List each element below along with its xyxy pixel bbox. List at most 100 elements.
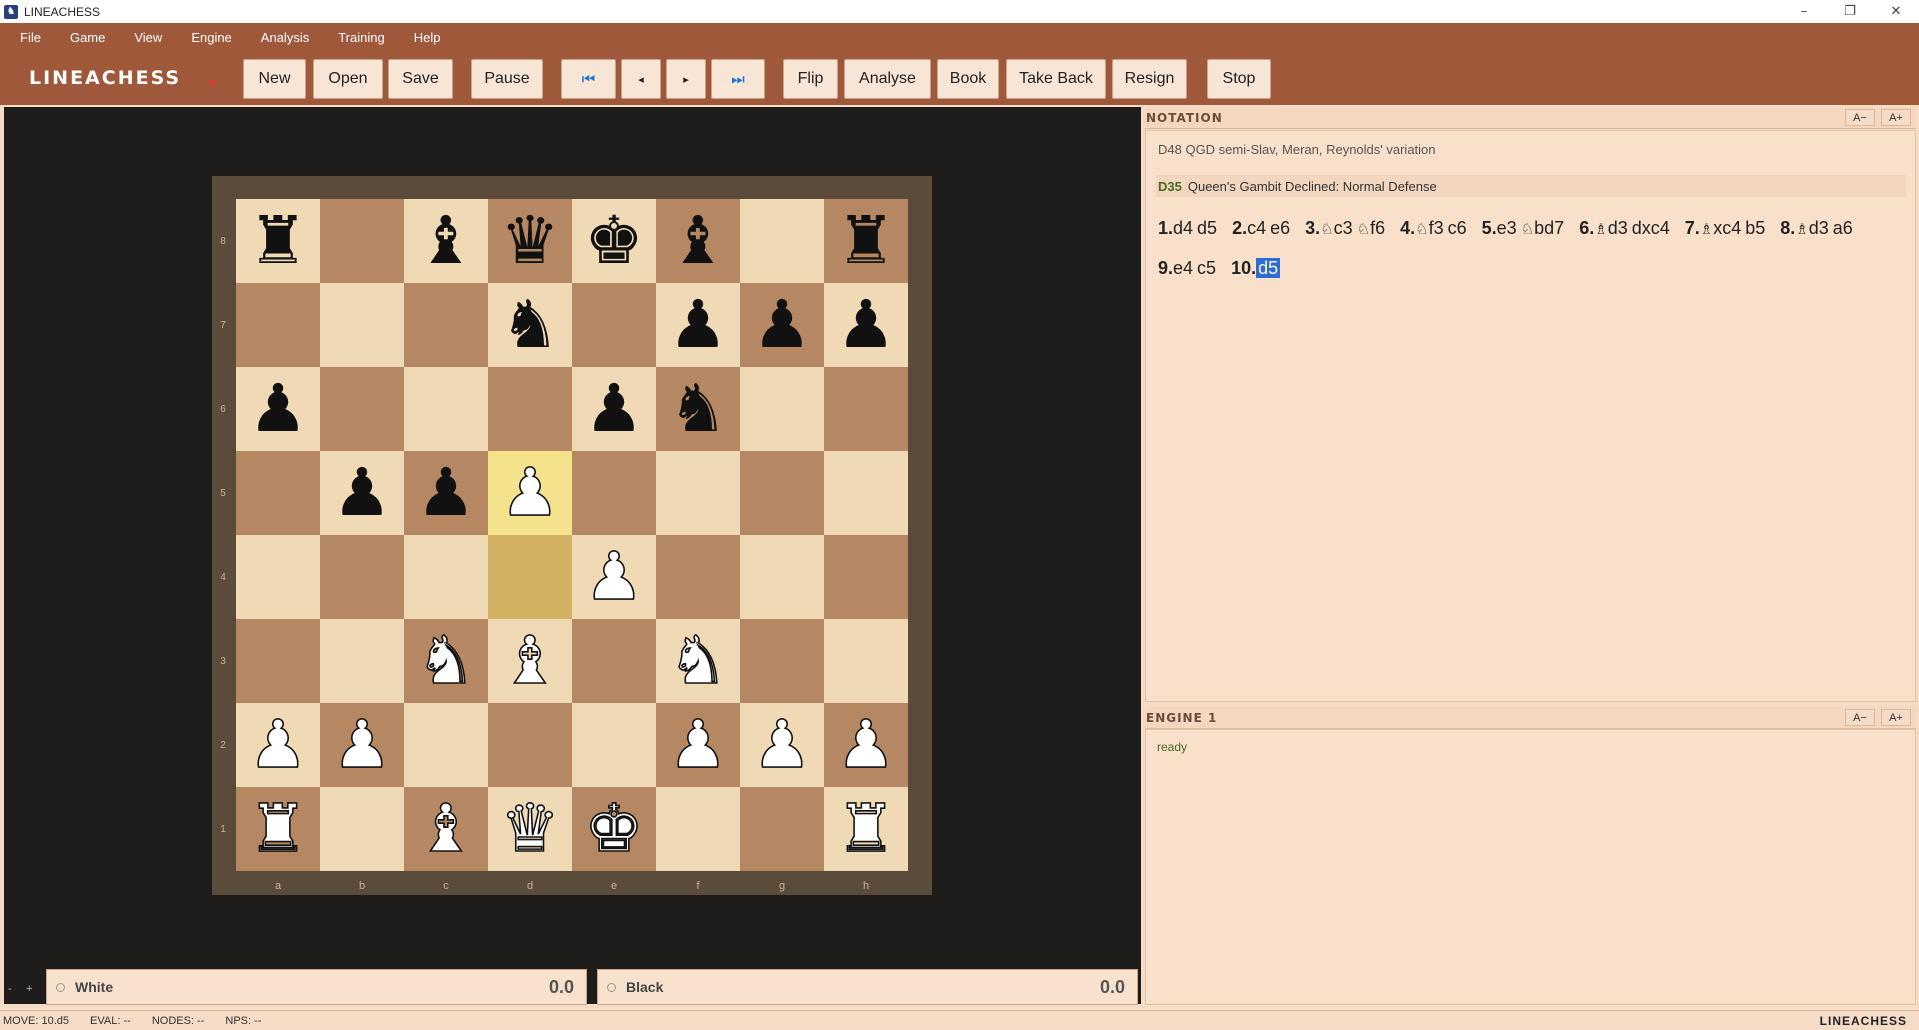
square-f2[interactable]: ♟	[656, 703, 740, 787]
white-pawn-icon[interactable]: ♟	[584, 543, 645, 611]
square-a4[interactable]	[236, 535, 320, 619]
square-b4[interactable]	[320, 535, 404, 619]
move-san[interactable]: ♗d3	[1795, 218, 1828, 238]
square-b8[interactable]	[320, 199, 404, 283]
square-b7[interactable]	[320, 283, 404, 367]
flip-button[interactable]: Flip	[783, 59, 838, 99]
move-san[interactable]: a6	[1833, 218, 1853, 238]
restore-icon[interactable]: ❐	[1827, 0, 1873, 23]
white-bishop-icon[interactable]: ♝	[500, 627, 561, 695]
square-b3[interactable]	[320, 619, 404, 703]
square-c3[interactable]: ♞	[404, 619, 488, 703]
menu-analysis[interactable]: Analysis	[261, 30, 309, 45]
black-rook-icon[interactable]: ♜	[836, 208, 895, 274]
stop-button[interactable]: Stop	[1207, 59, 1271, 99]
move-san[interactable]: ♘f3	[1415, 218, 1443, 238]
next-move-button[interactable]: ▸	[666, 59, 706, 99]
white-pawn-icon[interactable]: ♟	[248, 711, 309, 779]
square-a1[interactable]: ♜	[236, 787, 320, 871]
square-g2[interactable]: ♟	[740, 703, 824, 787]
move-san[interactable]: ♗d3	[1594, 218, 1627, 238]
square-e3[interactable]	[572, 619, 656, 703]
move-san[interactable]: dxc4	[1632, 218, 1670, 238]
move-san[interactable]: e3	[1497, 218, 1517, 238]
square-h6[interactable]	[824, 367, 908, 451]
square-f4[interactable]	[656, 535, 740, 619]
move-san[interactable]: d4	[1173, 218, 1193, 238]
square-d3[interactable]: ♝	[488, 619, 572, 703]
black-knight-icon[interactable]: ♞	[500, 292, 559, 358]
square-d8[interactable]: ♛	[488, 199, 572, 283]
move-san[interactable]: c5	[1197, 258, 1216, 278]
white-pawn-icon[interactable]: ♟	[668, 711, 729, 779]
close-icon[interactable]: ✕	[1873, 0, 1919, 23]
square-b6[interactable]	[320, 367, 404, 451]
white-knight-icon[interactable]: ♞	[668, 627, 729, 695]
white-pawn-icon[interactable]: ♟	[752, 711, 813, 779]
square-f7[interactable]: ♟	[656, 283, 740, 367]
square-g6[interactable]	[740, 367, 824, 451]
square-h3[interactable]	[824, 619, 908, 703]
font-increase-button[interactable]: A+	[1881, 109, 1911, 126]
new-button[interactable]: New	[243, 59, 306, 99]
square-e8[interactable]: ♚	[572, 199, 656, 283]
move-san[interactable]: ♘bd7	[1521, 218, 1565, 238]
square-a6[interactable]: ♟	[236, 367, 320, 451]
move-san[interactable]: ♘c3	[1320, 218, 1352, 238]
move-san[interactable]: e6	[1270, 218, 1290, 238]
black-bishop-icon[interactable]: ♝	[668, 208, 727, 274]
black-king-icon[interactable]: ♚	[584, 208, 643, 274]
square-e7[interactable]	[572, 283, 656, 367]
book-button[interactable]: Book	[937, 59, 999, 99]
square-d4[interactable]	[488, 535, 572, 619]
menu-help[interactable]: Help	[414, 30, 441, 45]
square-c5[interactable]: ♟	[404, 451, 488, 535]
square-a2[interactable]: ♟	[236, 703, 320, 787]
menu-view[interactable]: View	[134, 30, 162, 45]
save-button[interactable]: Save	[388, 59, 453, 99]
white-bishop-icon[interactable]: ♝	[416, 795, 477, 863]
square-d6[interactable]	[488, 367, 572, 451]
white-pawn-icon[interactable]: ♟	[500, 459, 561, 527]
move-san[interactable]: d5	[1197, 218, 1217, 238]
square-g5[interactable]	[740, 451, 824, 535]
square-f3[interactable]: ♞	[656, 619, 740, 703]
black-pawn-icon[interactable]: ♟	[332, 460, 391, 526]
black-knight-icon[interactable]: ♞	[668, 376, 727, 442]
square-e6[interactable]: ♟	[572, 367, 656, 451]
square-f5[interactable]	[656, 451, 740, 535]
black-pawn-icon[interactable]: ♟	[668, 292, 727, 358]
square-g7[interactable]: ♟	[740, 283, 824, 367]
square-g1[interactable]	[740, 787, 824, 871]
square-b2[interactable]: ♟	[320, 703, 404, 787]
last-move-button[interactable]: ⏭	[711, 59, 765, 99]
black-rook-icon[interactable]: ♜	[248, 208, 307, 274]
white-pawn-icon[interactable]: ♟	[332, 711, 393, 779]
chess-board[interactable]: ♜ ♝ ♛ ♚ ♝ ♜ ♞ ♟ ♟ ♟ ♟ ♟ ♞ ♟ ♟ ♟ ♟ ♞ ♝ ♞ ♟ ♟ ♟ ♟ ♟ ♜ ♝ ♛ ♚ ♜	[236, 199, 908, 871]
square-d1[interactable]: ♛	[488, 787, 572, 871]
square-c8[interactable]: ♝	[404, 199, 488, 283]
menu-game[interactable]: Game	[70, 30, 105, 45]
square-c2[interactable]	[404, 703, 488, 787]
square-h8[interactable]: ♜	[824, 199, 908, 283]
black-pawn-icon[interactable]: ♟	[584, 376, 643, 442]
square-f6[interactable]: ♞	[656, 367, 740, 451]
square-c7[interactable]	[404, 283, 488, 367]
open-button[interactable]: Open	[313, 59, 383, 99]
square-f1[interactable]	[656, 787, 740, 871]
white-knight-icon[interactable]: ♞	[416, 627, 477, 695]
engine-font-decrease-button[interactable]: A−	[1845, 709, 1875, 726]
square-h4[interactable]	[824, 535, 908, 619]
square-a5[interactable]	[236, 451, 320, 535]
black-queen-icon[interactable]: ♛	[500, 208, 559, 274]
zoom-out-button[interactable]: -	[8, 983, 12, 995]
first-move-button[interactable]: ⏮	[561, 59, 616, 99]
square-b5[interactable]: ♟	[320, 451, 404, 535]
analyse-button[interactable]: Analyse	[844, 59, 931, 99]
square-b1[interactable]	[320, 787, 404, 871]
square-e4[interactable]: ♟	[572, 535, 656, 619]
move-san[interactable]: c6	[1448, 218, 1467, 238]
white-queen-icon[interactable]: ♛	[500, 795, 561, 863]
move-san[interactable]: ♘f6	[1357, 218, 1385, 238]
white-king-icon[interactable]: ♚	[584, 795, 645, 863]
